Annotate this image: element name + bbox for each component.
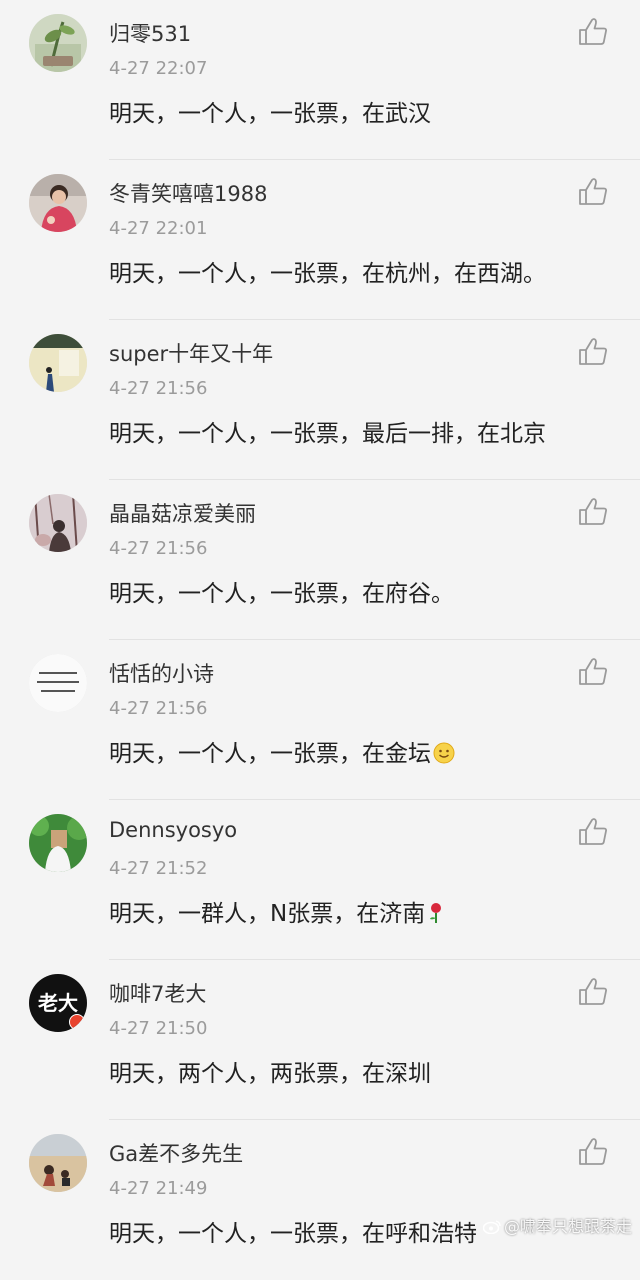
comment-item[interactable]: 归零531 4-27 22:07 明天，一个人，一张票，在武汉 [0,0,640,160]
comment-text-content: 明天，一个人，一张票，在杭州，在西湖。 [109,261,546,287]
comment-text: 明天，一个人，一张票，在杭州，在西湖。 [109,254,546,288]
comment-username[interactable]: 晶晶菇凉爱美丽 [109,498,256,528]
avatar-figure[interactable] [29,334,87,392]
comment-username[interactable]: Dennsyosyo [109,818,237,842]
comment-text: 明天，一个人，一张票，在呼和浩特 [109,1214,477,1248]
comment-username[interactable]: 恬恬的小诗 [109,658,214,688]
comment-text: 明天，一群人，N张票，在济南 [109,894,445,930]
comment-text: 明天，一个人，一张票，在武汉 [109,94,431,128]
comment-username[interactable]: 归零531 [109,18,191,48]
avatar-trees[interactable] [29,494,87,552]
thumbs-up-icon[interactable] [577,1136,609,1168]
thumbs-up-icon[interactable] [577,336,609,368]
comment-timestamp: 4-27 21:56 [109,378,208,399]
comment-text: 明天，一个人，一张票，在金坛 [109,734,455,770]
comment-timestamp: 4-27 21:49 [109,1178,208,1199]
comment-item[interactable]: 晶晶菇凉爱美丽 4-27 21:56 明天，一个人，一张票，在府谷。 [0,480,640,640]
comment-timestamp: 4-27 22:01 [109,218,208,239]
comment-username[interactable]: Ga差不多先生 [109,1138,243,1168]
comment-timestamp: 4-27 21:56 [109,538,208,559]
avatar-beach[interactable] [29,1134,87,1192]
avatar-plant[interactable] [29,14,87,72]
rose-emoji [427,902,445,930]
comment-text-content: 明天，一个人，一张票，最后一排，在北京 [109,421,546,447]
thumbs-up-icon[interactable] [577,816,609,848]
comment-timestamp: 4-27 21:56 [109,698,208,719]
comment-item[interactable]: Ga差不多先生 4-27 21:49 明天，一个人，一张票，在呼和浩特 [0,1120,640,1280]
comment-text-content: 明天，一个人，一张票，在金坛 [109,741,431,767]
avatar-green[interactable] [29,814,87,872]
comment-text-content: 明天，一个人，一张票，在府谷。 [109,581,454,607]
comment-text: 明天，一个人，一张票，在府谷。 [109,574,454,608]
comment-item[interactable]: 恬恬的小诗 4-27 21:56 明天，一个人，一张票，在金坛 [0,640,640,800]
thumbs-up-icon[interactable] [577,176,609,208]
comment-item[interactable]: 冬青笑嘻嘻1988 4-27 22:01 明天，一个人，一张票，在杭州，在西湖。 [0,160,640,320]
avatar-text-card[interactable] [29,654,87,712]
comment-text: 明天，两个人，两张票，在深圳 [109,1054,431,1088]
comment-text: 明天，一个人，一张票，最后一排，在北京 [109,414,546,448]
comment-timestamp: 4-27 22:07 [109,58,208,79]
weibo-icon [482,1219,501,1238]
thumbs-up-icon[interactable] [577,496,609,528]
comment-item[interactable]: super十年又十年 4-27 21:56 明天，一个人，一张票，最后一排，在北京 [0,320,640,480]
comment-item[interactable]: 老大 咖啡7老大 4-27 21:50 明天，两个人，两张票，在深圳 [0,960,640,1120]
thumbs-up-icon[interactable] [577,976,609,1008]
comment-text-content: 明天，一群人，N张票，在济南 [109,901,426,927]
badge-icon [69,1014,85,1030]
watermark: @啸奉只想跟茶走 [482,1213,632,1238]
comment-text-content: 明天，两个人，两张票，在深圳 [109,1061,431,1087]
avatar-laoda[interactable]: 老大 [29,974,87,1032]
avatar-person-red[interactable] [29,174,87,232]
comment-username[interactable]: 冬青笑嘻嘻1988 [109,178,267,208]
comment-timestamp: 4-27 21:50 [109,1018,208,1039]
comment-username[interactable]: 咖啡7老大 [109,978,206,1008]
comment-item[interactable]: Dennsyosyo 4-27 21:52 明天，一群人，N张票，在济南 [0,800,640,960]
thumbs-up-icon[interactable] [577,656,609,688]
thumbs-up-icon[interactable] [577,16,609,48]
comment-text-content: 明天，一个人，一张票，在呼和浩特 [109,1221,477,1247]
comment-username[interactable]: super十年又十年 [109,338,273,368]
comment-timestamp: 4-27 21:52 [109,858,208,879]
smile-emoji [433,742,455,770]
comment-text-content: 明天，一个人，一张票，在武汉 [109,101,431,127]
